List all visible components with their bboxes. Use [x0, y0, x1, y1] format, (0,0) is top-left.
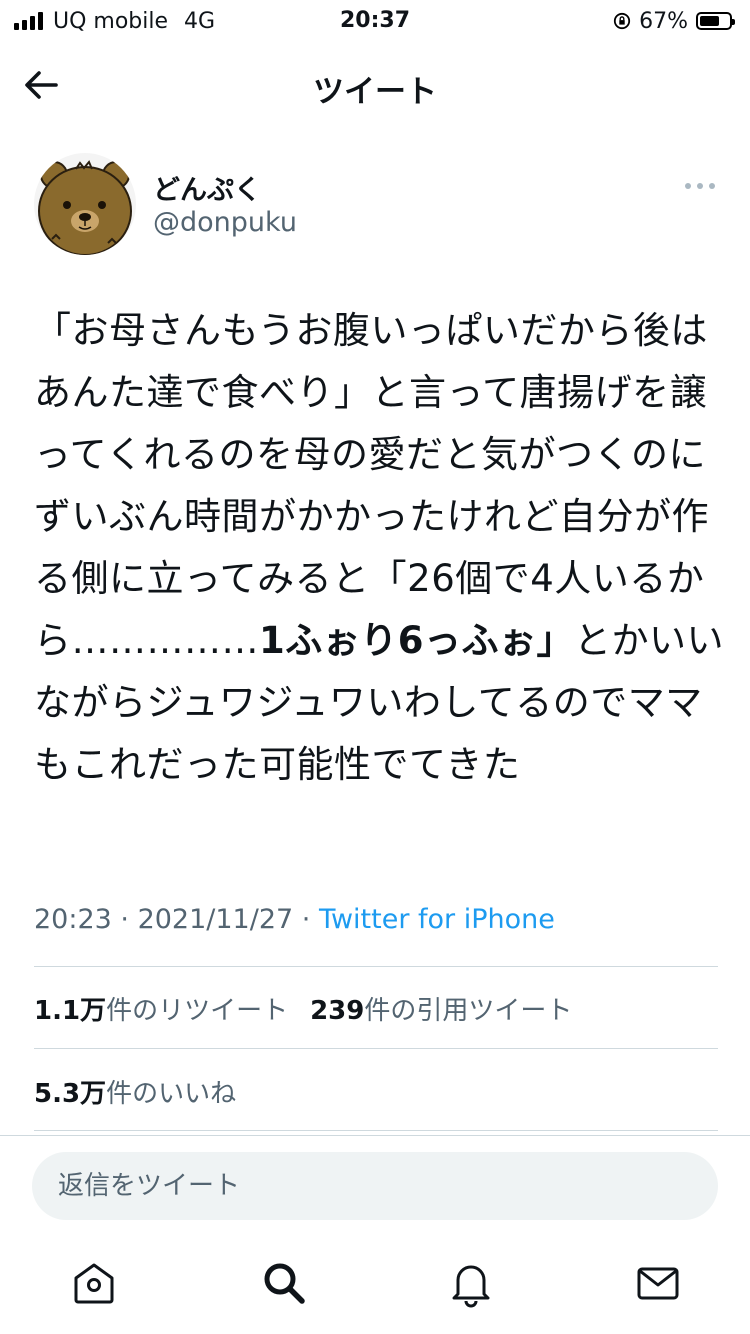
tweet-text: 「お母さんもうお腹いっぱいだから後はあんた達で食べり」と言って唐揚げを譲ってくれ… [34, 300, 724, 796]
search-icon[interactable] [259, 1258, 309, 1308]
messages-envelope-icon[interactable] [633, 1258, 683, 1308]
bottom-tab-bar [0, 1240, 750, 1334]
tweet-text-part: 「お母さんもうお腹いっぱいだから後はあんた達で食べり」と言って唐揚げを譲ってくれ… [34, 309, 709, 662]
divider [34, 1048, 718, 1049]
battery-percent: 67% [639, 8, 688, 34]
likes-stats[interactable]: 5.3万件のいいね [34, 1073, 236, 1110]
status-bar: UQ mobile 4G 20:37 67% [0, 0, 750, 42]
orientation-lock-icon [613, 12, 631, 30]
section-divider [0, 1135, 750, 1136]
tweet-text-bold: 1ふぉり6っふぉ」 [259, 619, 574, 662]
author-handle[interactable]: @donpuku [153, 207, 297, 238]
more-options-icon[interactable] [680, 175, 720, 197]
reply-input[interactable]: 返信をツイート [32, 1152, 718, 1220]
tweet-source-link[interactable]: Twitter for iPhone [319, 904, 555, 935]
retweet-stats: 1.1万件のリツイート 239件の引用ツイート [34, 990, 572, 1027]
author-name[interactable]: どんぷく [153, 168, 261, 207]
avatar[interactable] [34, 153, 136, 255]
page-title: ツイート [313, 74, 437, 110]
tweet-meta: 20:23 · 2021/11/27 · Twitter for iPhone [34, 904, 555, 935]
tweet-date: 2021/11/27 [137, 904, 294, 935]
top-nav-bar: ツイート [0, 42, 750, 126]
bear-avatar-image [34, 153, 136, 255]
tweet-time: 20:23 [34, 904, 112, 935]
retweets-link[interactable]: 1.1万件のリツイート [34, 996, 288, 1026]
divider [34, 1130, 718, 1131]
battery-icon [696, 12, 735, 30]
quotes-link[interactable]: 239件の引用ツイート [310, 996, 572, 1026]
home-icon[interactable] [69, 1258, 119, 1308]
notifications-bell-icon[interactable] [446, 1258, 496, 1308]
divider [34, 966, 718, 967]
